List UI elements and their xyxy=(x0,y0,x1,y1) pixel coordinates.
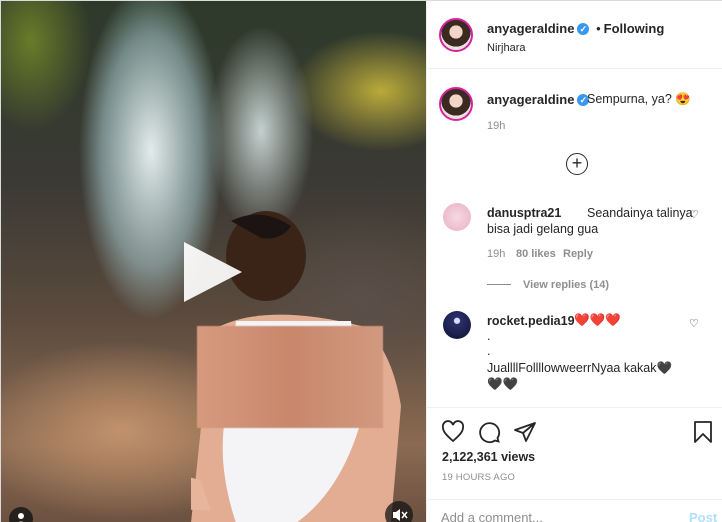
comment-username[interactable]: rocket.pedia19 xyxy=(487,314,575,328)
post-dialog: anyageraldine ✓ • Following Nirjhara anyag… xyxy=(0,0,722,522)
location-link[interactable]: Nirjhara xyxy=(487,42,526,54)
comment-text-dot: . xyxy=(487,344,491,358)
add-comment-bar: Add a comment... Post xyxy=(427,499,722,522)
plus-circle-icon[interactable]: + xyxy=(566,153,588,175)
speaker-muted-icon[interactable] xyxy=(385,501,413,522)
caption-avatar[interactable] xyxy=(439,87,473,121)
verified-badge-icon: ✓ xyxy=(577,23,590,35)
reply-line-divider xyxy=(487,284,511,285)
caption-username[interactable]: anyageraldine ✓ xyxy=(487,92,590,107)
add-comment-input[interactable]: Add a comment... xyxy=(441,510,543,522)
following-button[interactable]: Following xyxy=(604,21,665,36)
caption-time[interactable]: 19h xyxy=(487,120,505,132)
post-comment-button[interactable]: Post xyxy=(689,510,717,522)
comment-username[interactable]: danusptra21 xyxy=(487,206,561,220)
post-header: anyageraldine ✓ • Following Nirjhara xyxy=(427,1,722,69)
author-avatar[interactable] xyxy=(439,18,473,52)
heart-icon[interactable] xyxy=(441,420,465,444)
caption-username-text[interactable]: anyageraldine xyxy=(487,92,574,107)
comment-time[interactable]: 19h xyxy=(487,248,505,260)
post-age[interactable]: 19 HOURS AGO xyxy=(442,472,515,483)
comment-reply-button[interactable]: Reply xyxy=(563,248,593,260)
user-tag-icon[interactable] xyxy=(9,507,33,522)
post-video[interactable] xyxy=(1,1,426,522)
author-username-text[interactable]: anyageraldine xyxy=(487,21,574,36)
comment-text: ❤️❤️❤️ xyxy=(574,313,621,327)
view-replies-button[interactable]: View replies (14) xyxy=(523,279,609,291)
blur-censor-box xyxy=(197,326,383,428)
paper-plane-icon[interactable] xyxy=(513,420,537,444)
post-side-panel: anyageraldine ✓ • Following Nirjhara anyag… xyxy=(426,1,722,522)
comment-text: Seandainya talinya xyxy=(587,206,693,220)
view-count[interactable]: 2,122,361 views xyxy=(442,450,535,464)
comment-like-heart-icon[interactable]: ♡ xyxy=(689,208,699,221)
comment-likes[interactable]: 80 likes xyxy=(516,248,556,260)
commenter-avatar[interactable] xyxy=(443,203,471,231)
author-username[interactable]: anyageraldine ✓ • Following xyxy=(487,21,664,36)
comment-text-line: 🖤🖤 xyxy=(487,377,519,391)
commenter-avatar[interactable] xyxy=(443,311,471,339)
bookmark-icon[interactable] xyxy=(692,420,714,444)
comment-text-line: JuallllFollllowweerrNyaa kakak🖤 xyxy=(487,361,673,375)
caption-text: Sempurna, ya? 😍 xyxy=(587,92,691,106)
play-icon[interactable] xyxy=(184,242,242,302)
comment-bubble-icon[interactable] xyxy=(477,420,501,444)
comment-text-line2: bisa jadi gelang gua xyxy=(487,222,599,236)
comment-like-heart-icon[interactable]: ♡ xyxy=(689,317,699,330)
separator-dot: • xyxy=(596,21,601,36)
comment-text-dot: . xyxy=(487,329,491,343)
